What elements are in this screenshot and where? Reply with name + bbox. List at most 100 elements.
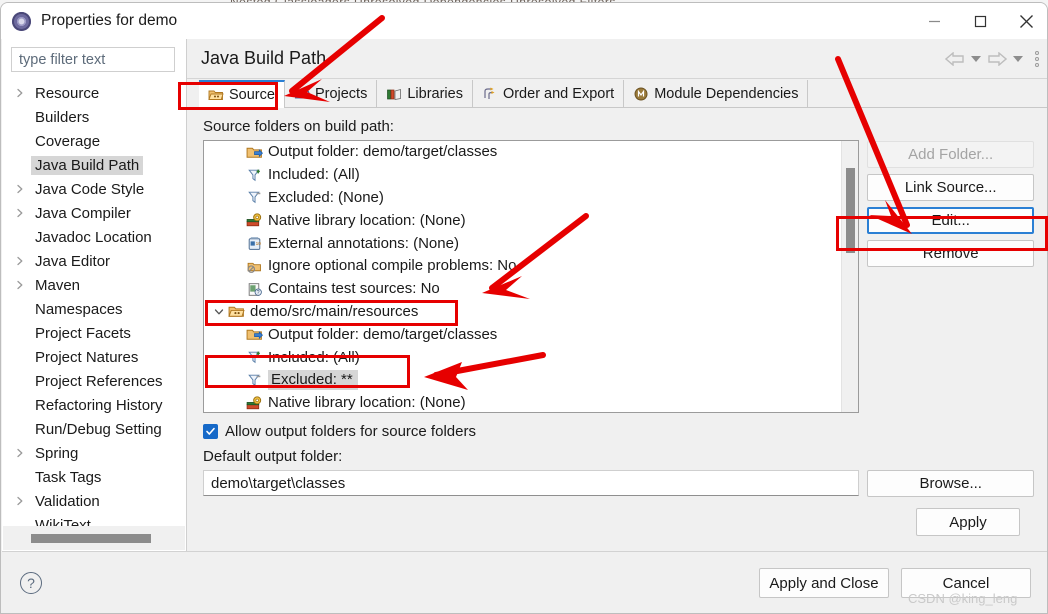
sidebar-item-java-code-style[interactable]: Java Code Style [2, 177, 186, 201]
sidebar-item-coverage[interactable]: Coverage [2, 129, 186, 153]
sidebar-item-label: Builders [35, 108, 90, 126]
list-item-label: Native library location: (None) [268, 394, 466, 412]
source-folders-label: Source folders on build path: [203, 118, 394, 135]
list-item[interactable]: Ignore optional compile problems: No [204, 255, 841, 278]
chevron-right-icon[interactable] [15, 496, 31, 506]
chevron-right-icon[interactable] [15, 88, 31, 98]
sidebar-item-project-natures[interactable]: Project Natures [2, 345, 186, 369]
tab-source[interactable]: Source [199, 80, 285, 108]
sidebar-item-label: Java Editor [35, 252, 111, 270]
ignore-problems-icon [246, 258, 263, 275]
back-history-chevron-down-icon[interactable] [971, 55, 981, 62]
list-item[interactable]: Included: (All) [204, 164, 841, 187]
maximize-icon[interactable] [957, 3, 1003, 39]
sidebar-item-javadoc-location[interactable]: Javadoc Location [2, 225, 186, 249]
source-folder-icon [228, 303, 245, 320]
list-item[interactable]: Native library location: (None) [204, 209, 841, 232]
list-item[interactable]: Output folder: demo/target/classes [204, 141, 841, 164]
sidebar-item-java-build-path[interactable]: Java Build Path [2, 153, 186, 177]
properties-dialog: Properties for demo type filter text Res… [0, 2, 1048, 614]
chevron-down-icon[interactable] [210, 307, 228, 317]
chevron-right-icon[interactable] [15, 280, 31, 290]
source-folders-list[interactable]: Output folder: demo/target/classes Includ… [203, 140, 860, 413]
list-item[interactable]: demo/src/main/resources [204, 301, 841, 324]
sidebar-item-task-tags[interactable]: Task Tags [2, 465, 186, 489]
sidebar-item-label: Validation [35, 492, 100, 510]
tab-libraries[interactable]: Libraries [377, 80, 473, 107]
list-item[interactable]: Native library location: (None) [204, 392, 841, 412]
chevron-right-icon[interactable] [15, 448, 31, 458]
sidebar-item-validation[interactable]: Validation [2, 489, 186, 513]
tab-projects[interactable]: Projects [285, 80, 378, 107]
sidebar-item-label: Maven [35, 276, 81, 294]
sidebar-item-namespaces[interactable]: Namespaces [2, 297, 186, 321]
filter-wrap: type filter text [2, 39, 186, 72]
sidebar-item-label: Coverage [35, 132, 101, 150]
edit-button[interactable]: Edit... [867, 207, 1034, 234]
close-icon[interactable] [1003, 3, 1047, 39]
sidebar-item-label: Spring [35, 444, 79, 462]
chevron-right-icon[interactable] [15, 256, 31, 266]
sidebar-item-builders[interactable]: Builders [2, 105, 186, 129]
sidebar-item-java-editor[interactable]: Java Editor [2, 249, 186, 273]
settings-sidebar: type filter text Resource Builders Coverag… [2, 39, 186, 551]
tab-label: Source [229, 87, 275, 103]
search-input[interactable]: type filter text [11, 47, 175, 72]
list-item[interactable]: Excluded: (None) [204, 187, 841, 210]
list-vscroll-thumb[interactable] [846, 168, 856, 253]
sidebar-item-label: Namespaces [35, 300, 123, 318]
sidebar-item-resource[interactable]: Resource [2, 81, 186, 105]
sidebar-item-project-references[interactable]: Project References [2, 369, 186, 393]
apply-button[interactable]: Apply [916, 508, 1020, 536]
svg-text:10: 10 [256, 241, 262, 247]
list-item[interactable]: 10 External annotations: (None) [204, 232, 841, 255]
list-item-label: Output folder: demo/target/classes [268, 143, 498, 161]
allow-output-folders-row[interactable]: Allow output folders for source folders [203, 423, 1034, 440]
sidebar-hscrollbar[interactable] [3, 526, 185, 550]
sidebar-item-label: Java Compiler [35, 204, 131, 222]
chevron-right-icon[interactable] [15, 184, 31, 194]
default-output-folder-input[interactable]: demo\target\classes [203, 470, 860, 496]
main-panel: Java Build Path Source Projects Libraries O… [187, 39, 1047, 551]
list-item[interactable]: Output folder: demo/target/classes [204, 323, 841, 346]
forward-arrow-icon[interactable] [987, 51, 1007, 66]
default-output-folder-value: demo\target\classes [211, 474, 346, 492]
list-item[interactable]: ? Contains test sources: No [204, 278, 841, 301]
browse-button[interactable]: Browse... [867, 470, 1034, 497]
list-item[interactable]: Excluded: ** [204, 369, 841, 392]
minimize-icon[interactable] [911, 3, 957, 39]
sidebar-hscroll-thumb[interactable] [31, 534, 151, 543]
sidebar-item-maven[interactable]: Maven [2, 273, 186, 297]
sidebar-item-java-compiler[interactable]: Java Compiler [2, 201, 186, 225]
dialog-footer: ? Apply and Close Cancel [2, 551, 1047, 613]
sidebar-item-label: Project Natures [35, 348, 139, 366]
remove-button[interactable]: Remove [867, 240, 1034, 267]
tab-module-dependencies[interactable]: Module Dependencies [624, 80, 809, 107]
output-folder-icon [246, 144, 263, 161]
forward-history-chevron-down-icon[interactable] [1013, 55, 1023, 62]
tab-bar: Source Projects Libraries Order and Export M… [187, 80, 1047, 108]
external-annotations-icon: 10 [246, 235, 263, 252]
list-item-label: Ignore optional compile problems: No [268, 257, 517, 275]
list-vscrollbar[interactable] [841, 141, 859, 412]
sidebar-item-run-debug-setting[interactable]: Run/Debug Setting [2, 417, 186, 441]
list-item[interactable]: Included: (All) [204, 346, 841, 369]
sidebar-item-refactoring-history[interactable]: Refactoring History [2, 393, 186, 417]
apply-and-close-button[interactable]: Apply and Close [759, 568, 889, 598]
source-action-buttons: Add Folder... Link Source... Edit... Remove [867, 140, 1034, 413]
sidebar-item-project-facets[interactable]: Project Facets [2, 321, 186, 345]
link-source-button[interactable]: Link Source... [867, 174, 1034, 201]
view-menu-icon[interactable] [1035, 50, 1039, 67]
tab-order-and-export[interactable]: Order and Export [473, 80, 625, 107]
projects-icon [294, 86, 310, 102]
back-arrow-icon[interactable] [945, 51, 965, 66]
tab-label: Projects [314, 85, 368, 102]
sidebar-item-label: Java Code Style [35, 180, 145, 198]
chevron-right-icon[interactable] [15, 208, 31, 218]
sidebar-item-label: Java Build Path [31, 155, 144, 175]
help-icon[interactable]: ? [20, 572, 42, 594]
allow-output-folders-checkbox[interactable] [203, 424, 218, 439]
libraries-icon [386, 86, 402, 102]
default-output-folder-row: demo\target\classes Browse... [203, 470, 1034, 497]
sidebar-item-spring[interactable]: Spring [2, 441, 186, 465]
